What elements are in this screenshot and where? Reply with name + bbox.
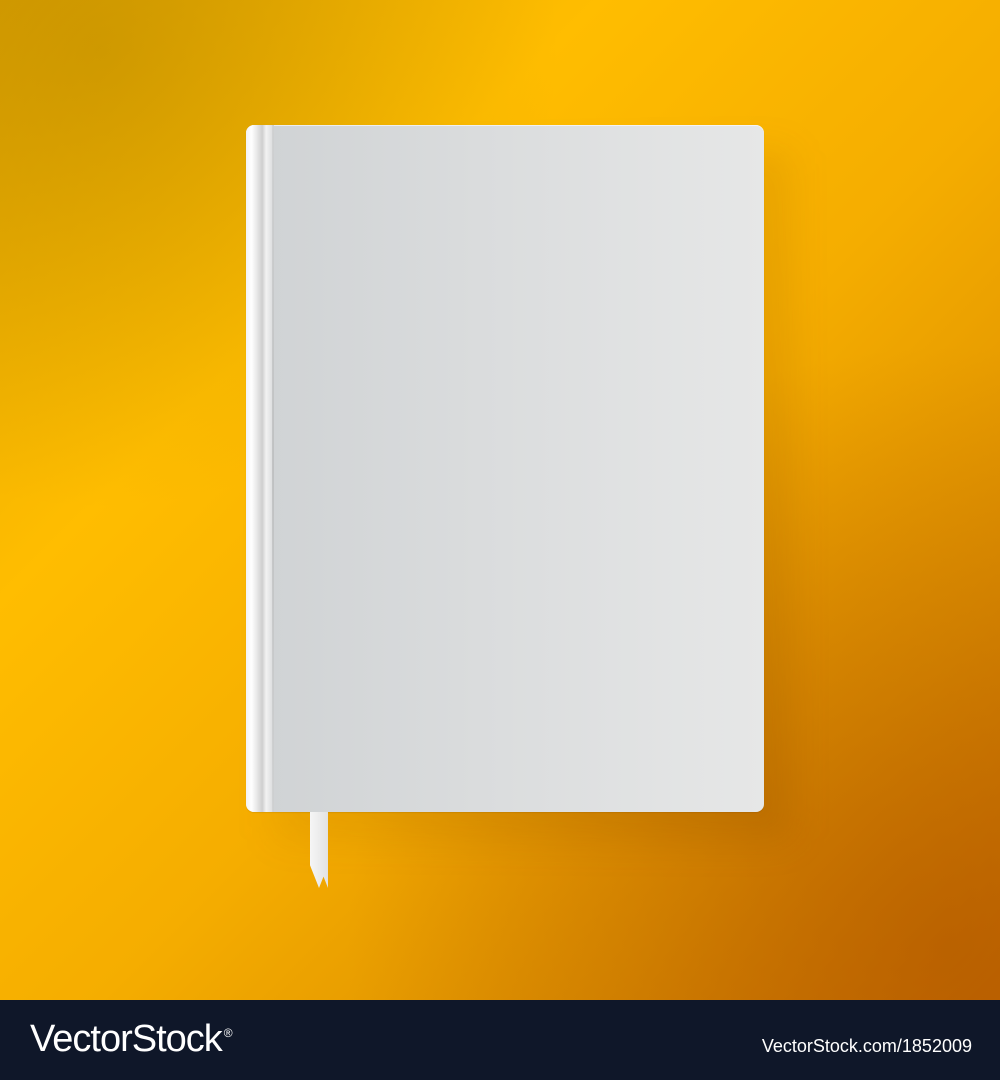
ribbon-bookmark-icon — [310, 812, 328, 888]
book-spine — [246, 125, 274, 812]
vectorstock-logo: VectorStock ® — [30, 1018, 233, 1061]
footer-url: VectorStock.com/1852009 — [761, 1036, 972, 1056]
registered-mark: ® — [223, 1026, 233, 1041]
watermark-footer: VectorStock ® VectorStock.com/1852009 — [0, 1000, 1000, 1080]
blank-book-icon — [246, 125, 764, 812]
image-canvas — [0, 0, 1000, 1000]
brand-text: VectorStock — [30, 1018, 223, 1060]
